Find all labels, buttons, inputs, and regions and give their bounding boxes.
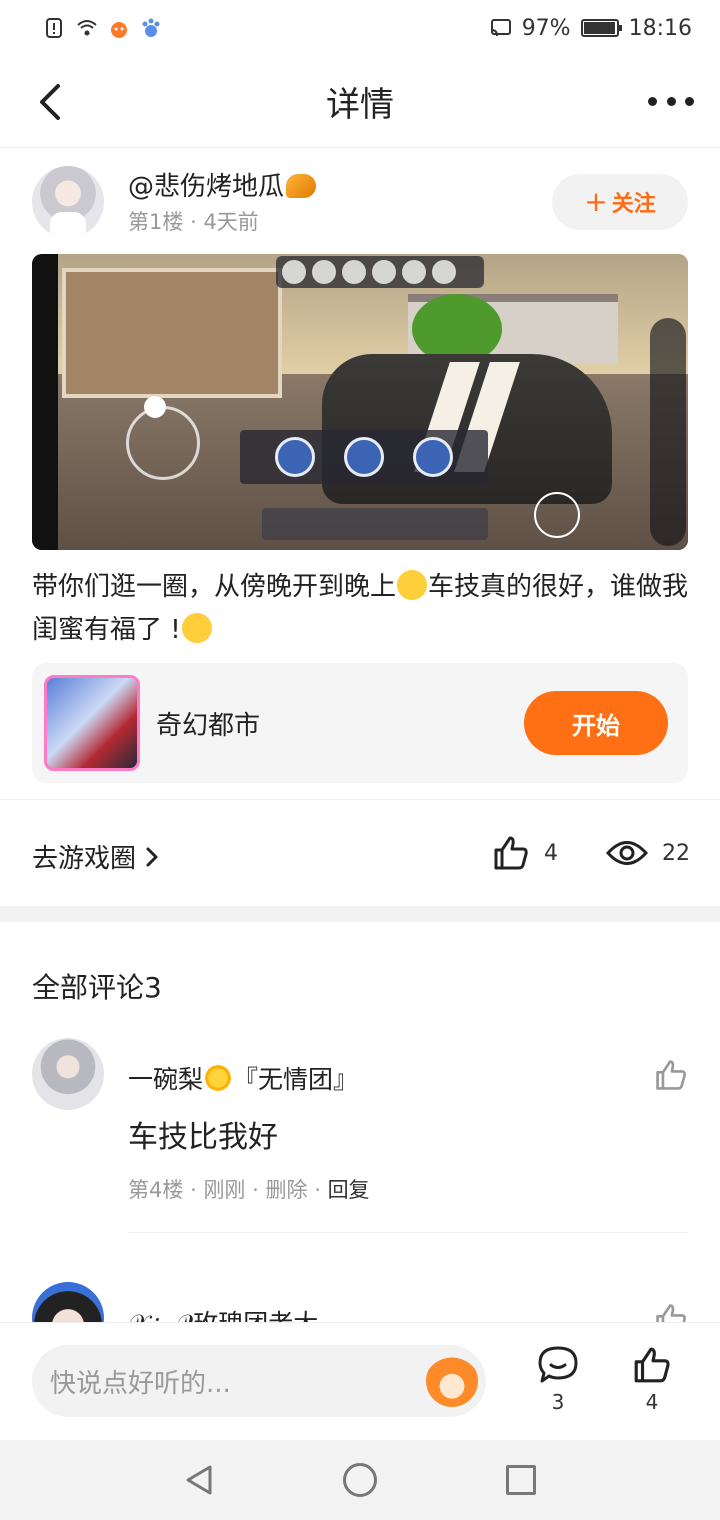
eye-icon (606, 841, 648, 865)
game-circle-link[interactable]: 去游戏圈 (32, 838, 160, 875)
status-left-icons (44, 17, 162, 39)
bottom-input-bar: 快说点好听的... 3 4 (0, 1322, 720, 1440)
stats-row: 去游戏圈 4 22 (0, 800, 720, 906)
cast-icon (490, 19, 511, 37)
meta-separator: · (314, 1178, 321, 1202)
comment-divider (128, 1232, 688, 1233)
screenshot-joystick (126, 406, 200, 480)
back-arrow-icon[interactable] (28, 78, 72, 126)
meta-separator: · (252, 1178, 259, 1202)
game-card[interactable]: 奇幻都市 开始 (32, 663, 688, 783)
commenter-avatar[interactable] (32, 1282, 104, 1322)
like-button[interactable]: 4 (626, 1345, 678, 1414)
follow-label: 关注 (611, 192, 656, 217)
thumbs-up-icon (494, 836, 528, 870)
wifi-icon (77, 20, 97, 36)
commenter-name[interactable]: 一碗梨 『无情团』 (128, 1060, 358, 1096)
comment-item: 一碗梨 『无情团』 车技比我好 第4楼 · 刚刚 · 删除 · 回复 (32, 1038, 688, 1238)
sun-emoji-icon (203, 1063, 234, 1093)
screenshot-right-menu (650, 318, 686, 546)
post-view-stat: 22 (606, 834, 690, 872)
follow-button[interactable]: + 关注 (552, 174, 688, 230)
paw-icon (142, 18, 160, 37)
screenshot-toolbar (276, 256, 484, 288)
author-name[interactable]: @悲伤烤地瓜 (128, 166, 317, 203)
alert-icon (46, 18, 62, 38)
status-bar: 97% 18:16 (0, 0, 720, 56)
app-notification-icon (111, 22, 127, 38)
comment-time: 刚刚 (203, 1178, 246, 1202)
commenter-name[interactable]: 𝒳𝒾ₐ 𝒬玫瑰团老大 (128, 1304, 318, 1322)
comments-title: 全部评论3 (32, 971, 162, 1004)
meta-separator: · (190, 210, 197, 234)
section-gap (0, 906, 720, 922)
reply-comment-link[interactable]: 回复 (328, 1178, 370, 1202)
comment-input[interactable]: 快说点好听的... (32, 1345, 486, 1417)
author-avatar[interactable] (32, 166, 104, 238)
post-body: 带你们逛一圈，从傍晚开到晚上 车技真的很好，谁做我闺蜜有福了 ! (32, 570, 689, 645)
battery-fill (583, 22, 615, 34)
delete-comment-link[interactable]: 删除 (266, 1178, 308, 1202)
smiling-face-emoji-icon (181, 613, 212, 643)
clock: 18:16 (628, 15, 692, 41)
comment-item: 𝒳𝒾ₐ 𝒬玫瑰团老大 (32, 1282, 688, 1322)
screenshot-chat-input (262, 508, 488, 540)
mascot-sticker-icon[interactable] (426, 1355, 478, 1407)
comments-button[interactable]: 3 (532, 1345, 584, 1414)
start-game-button[interactable]: 开始 (524, 691, 668, 755)
more-options-icon[interactable] (648, 86, 694, 116)
crying-face-emoji-icon (397, 570, 428, 600)
screenshot-action-button (534, 492, 580, 538)
nav-back-icon[interactable] (184, 1464, 216, 1496)
system-nav-bar (0, 1440, 720, 1520)
plus-icon: + (584, 185, 608, 218)
game-name[interactable]: 奇幻都市 (156, 705, 260, 742)
title-bar: 详情 (0, 56, 720, 148)
nav-home-icon[interactable] (343, 1463, 377, 1497)
screenshot-joystick-knob (144, 396, 166, 418)
screenshot-house (62, 268, 282, 398)
comment-floor: 第4楼 (128, 1178, 184, 1202)
comment-meta: 第4楼 · 刚刚 · 删除 · 回复 (128, 1174, 370, 1204)
battery-percent: 97% (521, 15, 571, 41)
post-time: 4天前 (203, 210, 259, 234)
comment-like-icon[interactable] (654, 1302, 688, 1322)
post-meta: 第1楼 · 4天前 (128, 206, 259, 236)
comment-count: 3 (551, 1390, 565, 1414)
post-like-count: 4 (544, 840, 558, 866)
comment-text: 车技比我好 (128, 1120, 278, 1155)
screenshot-left-edge (32, 254, 58, 550)
page-title: 详情 (326, 85, 394, 125)
post-like-button[interactable]: 4 (492, 834, 558, 872)
nav-recents-icon[interactable] (506, 1465, 536, 1495)
like-count: 4 (645, 1390, 659, 1414)
battery-icon (580, 19, 622, 37)
meta-separator: · (190, 1178, 197, 1202)
chevron-right-icon (146, 847, 158, 866)
commenter-avatar[interactable] (32, 1038, 104, 1110)
post-floor: 第1楼 (128, 210, 184, 234)
comment-bubble-icon (538, 1346, 578, 1383)
status-right-icons: 97% 18:16 (490, 16, 692, 41)
sweet-potato-emoji-icon (286, 174, 317, 198)
comment-input-placeholder: 快说点好听的... (50, 1368, 231, 1399)
comment-like-icon[interactable] (654, 1058, 688, 1092)
screenshot-drive-panel (240, 430, 488, 484)
post-image-game-screenshot[interactable] (32, 254, 688, 550)
thumbs-up-icon (634, 1347, 670, 1383)
post-view-count: 22 (662, 840, 690, 866)
post-header: @悲伤烤地瓜 第1楼 · 4天前 + 关注 (32, 164, 688, 238)
game-thumbnail[interactable] (44, 675, 140, 771)
